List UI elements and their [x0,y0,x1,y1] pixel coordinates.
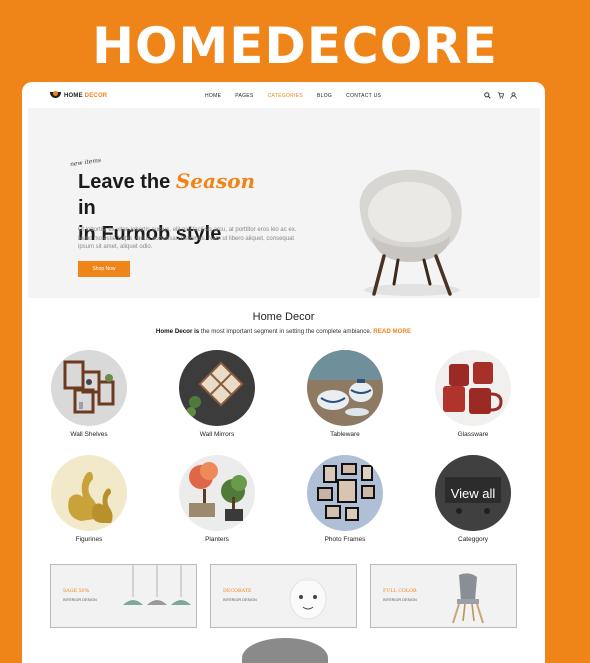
category-wall-mirrors[interactable]: Wall Mirrors [172,350,262,438]
promo-subtitle: INTERIOR DESIGN [63,598,97,602]
user-icon[interactable] [510,92,517,102]
menu-item-pages[interactable]: PAGES [235,93,253,99]
next-section-chair-image [242,638,328,663]
menu-item-contact[interactable]: CONTACT US [346,93,381,99]
category-label: Glassware [457,431,489,438]
section-subtitle-bold: Home Decor is [155,328,200,335]
wall-shelves-image [51,350,127,426]
category-photo-frames[interactable]: Photo Frames [300,455,390,543]
promo-subtitle: INTERIOR DESIGN [383,598,417,602]
logo-bowl-icon [50,91,61,100]
tableware-image [307,350,383,426]
read-more-link[interactable]: READ MORE [373,328,411,335]
category-label: Wall Shelves [70,431,108,438]
category-label: Photo Frames [324,536,366,543]
pendant-lamps-image [123,565,191,605]
view-all-overlay[interactable]: View all [435,455,511,531]
promo-title: SAGE 50% [63,589,90,594]
category-label: Wall Mirrors [199,431,235,438]
cart-icon[interactable] [497,92,505,102]
side-chair-image [452,573,484,624]
planters-image [179,455,255,531]
category-figurines[interactable]: Figurines [44,455,134,543]
main-menu: HOME PAGES CATEGORIES BLOG CONTACT US [205,93,381,99]
menu-item-home[interactable]: HOME [205,93,221,99]
view-all-image: View all [435,455,511,531]
category-label: Figurines [75,536,103,543]
menu-item-blog[interactable]: BLOG [317,93,332,99]
hero-title-highlight: Season [175,169,256,193]
category-wall-shelves[interactable]: Wall Shelves [44,350,134,438]
face-vase-image [289,577,327,620]
category-tableware[interactable]: Tableware [300,350,390,438]
promo-banner-chair[interactable]: FULL COLOR INTERIOR DESIGN [370,564,517,628]
hero-title-part2: in [78,197,96,219]
category-planters[interactable]: Planters [172,455,262,543]
category-label: Tableware [330,431,360,438]
brand-banner-title: HOMEDECORE [92,17,498,75]
promo-subtitle: INTERIOR DESIGN [223,598,257,602]
hero-title-part1: Leave the [78,171,176,193]
category-glassware[interactable]: Glassware [428,350,518,438]
section-title: Home Decor [252,311,315,323]
site-logo[interactable]: HOME DECOR [50,91,107,100]
logo-prefix: HOME [64,92,85,99]
promo-banner-vase[interactable]: DECORATE INTERIOR DESIGN [210,564,357,628]
header-icons [484,92,517,102]
photo-frames-image [307,455,383,531]
armchair-image [359,169,462,296]
promo-banner-lamps[interactable]: SAGE 50% INTERIOR DESIGN [50,564,197,628]
shop-now-button[interactable]: Shop Now [78,261,130,277]
category-view-all[interactable]: View all Categgory [428,455,518,543]
hero-section: new items Leave the Season in in Furnob … [28,108,540,298]
hero-tag: new items [69,156,102,169]
logo-accent: DECOR [84,92,108,99]
figurines-image [51,455,127,531]
section-subtitle-text: the most important segment in setting th… [199,328,374,335]
website-preview: HOME DECOR HOME PAGES CATEGORIES BLOG CO… [22,82,545,663]
logo-text: HOME DECOR [64,93,107,99]
glassware-image [435,350,511,426]
menu-item-categories[interactable]: CATEGORIES [268,93,303,99]
wall-mirrors-image [179,350,255,426]
section-subtitle: Home Decor is the most important segment… [22,328,545,335]
category-label: Planters [205,536,229,543]
hero-description: Ut lobortis, ex vitae lobortis cursus, e… [78,227,297,250]
site-header: HOME DECOR HOME PAGES CATEGORIES BLOG CO… [22,82,545,110]
search-icon[interactable] [484,92,491,102]
category-label: Categgory [458,536,488,543]
promo-title: FULL COLOR [383,589,417,594]
promo-title: DECORATE [223,589,252,594]
